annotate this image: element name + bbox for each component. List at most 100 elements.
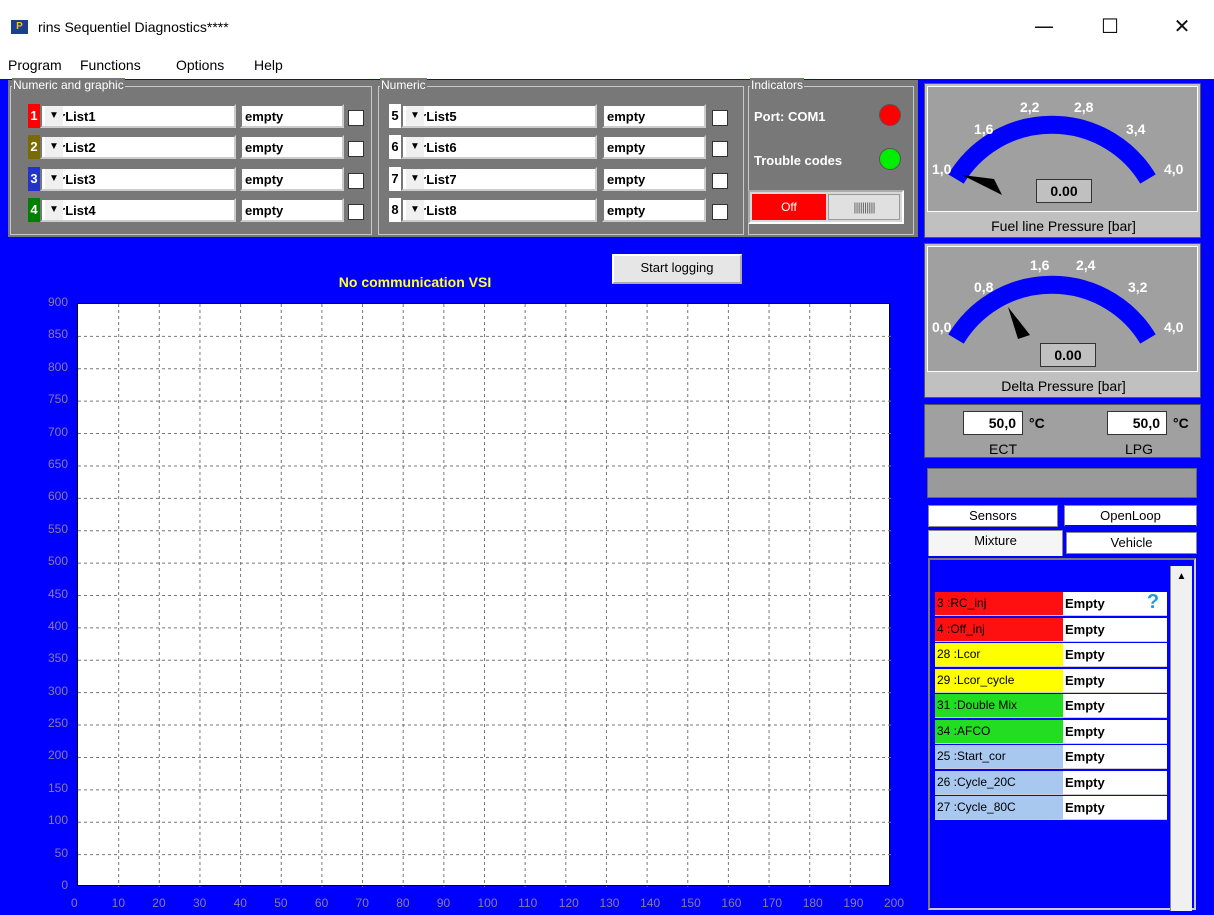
gauge-face: 0,0 0,8 1,6 2,4 3,2 4,0 0.00 bbox=[927, 246, 1198, 372]
y-tick-label: 250 bbox=[47, 716, 68, 731]
list-item[interactable]: 34 :AFCO Empty bbox=[935, 719, 1167, 744]
var-value-text: empty bbox=[245, 172, 284, 187]
var-value: empty bbox=[240, 167, 344, 191]
logging-toggle[interactable]: Off |||||||||| bbox=[748, 190, 904, 224]
var-checkbox[interactable] bbox=[712, 173, 728, 189]
var-checkbox[interactable] bbox=[712, 141, 728, 157]
gauge-label: 1,6 bbox=[1030, 257, 1050, 273]
var-number: 2 bbox=[28, 135, 40, 159]
title-bar: P rins Sequentiel Diagnostics**** — ☐ ✕ bbox=[0, 0, 1214, 52]
var-checkbox[interactable] bbox=[712, 204, 728, 220]
var-checkbox[interactable] bbox=[712, 110, 728, 126]
var-select[interactable]: VarList2 ▼ bbox=[40, 135, 236, 159]
list-item[interactable]: 26 :Cycle_20C Empty bbox=[935, 770, 1167, 795]
list-item[interactable]: 3 :RC_inj Empty bbox=[935, 592, 1167, 616]
chevron-down-icon[interactable]: ▼ bbox=[406, 106, 424, 126]
gauge-value: 0.00 bbox=[1036, 179, 1092, 203]
plot-area bbox=[77, 303, 891, 887]
list-item[interactable]: 27 :Cycle_80C Empty bbox=[935, 796, 1167, 820]
trouble-codes-label: Trouble codes bbox=[754, 153, 843, 168]
y-tick-label: 650 bbox=[47, 456, 68, 471]
tab-vehicle[interactable]: Vehicle bbox=[1066, 532, 1197, 554]
tab-sensors[interactable]: Sensors bbox=[928, 505, 1058, 527]
list-item-name: 28 :Lcor bbox=[935, 643, 1063, 666]
help-icon[interactable]: ? bbox=[1142, 591, 1164, 613]
list-item-name: 26 :Cycle_20C bbox=[935, 770, 1063, 794]
x-tick-label: 150 bbox=[680, 896, 701, 910]
var-select[interactable]: VarList7 ▼ bbox=[401, 167, 597, 191]
var-select[interactable]: VarList4 ▼ bbox=[40, 198, 236, 222]
list-item-name: 31 :Double Mix bbox=[935, 694, 1063, 717]
gauge-label: 4,0 bbox=[1164, 319, 1184, 335]
var-checkbox[interactable] bbox=[348, 141, 364, 157]
list-item-name: 27 :Cycle_80C bbox=[935, 796, 1063, 819]
list-item-name: 29 :Lcor_cycle bbox=[935, 668, 1063, 692]
menu-options[interactable]: Options bbox=[176, 57, 224, 73]
var-select[interactable]: VarList8 ▼ bbox=[401, 198, 597, 222]
group-title: Indicators bbox=[750, 78, 805, 92]
progress-bar bbox=[927, 468, 1197, 498]
var-select[interactable]: VarList3 ▼ bbox=[40, 167, 236, 191]
var-checkbox[interactable] bbox=[348, 173, 364, 189]
y-tick-label: 700 bbox=[47, 424, 68, 439]
var-select[interactable]: VarList1 ▼ bbox=[40, 104, 236, 128]
gauge-label: 3,4 bbox=[1126, 121, 1146, 137]
chevron-down-icon[interactable]: ▼ bbox=[45, 137, 63, 157]
tab-openloop[interactable]: OpenLoop bbox=[1064, 505, 1197, 527]
var-number: 4 bbox=[28, 198, 40, 222]
var-number: 8 bbox=[389, 198, 401, 222]
tab-mixture[interactable]: Mixture bbox=[928, 530, 1063, 556]
x-tick-label: 20 bbox=[152, 896, 166, 910]
start-logging-button[interactable]: Start logging bbox=[612, 254, 742, 284]
lpg-label: LPG bbox=[1125, 441, 1154, 457]
list-scrollbar[interactable]: ▲ bbox=[1170, 566, 1192, 911]
x-tick-label: 80 bbox=[396, 896, 410, 910]
toggle-slider-icon[interactable]: |||||||||| bbox=[828, 194, 900, 220]
var-checkbox[interactable] bbox=[348, 204, 364, 220]
list-item-name: 3 :RC_inj bbox=[935, 592, 1063, 615]
var-select[interactable]: VarList5 ▼ bbox=[401, 104, 597, 128]
list-item[interactable]: 31 :Double Mix Empty bbox=[935, 694, 1167, 718]
group-title: Numeric and graphic bbox=[12, 78, 125, 92]
list-item-value: Empty bbox=[1065, 621, 1105, 637]
chevron-down-icon[interactable]: ▼ bbox=[406, 137, 424, 157]
chevron-down-icon[interactable]: ▼ bbox=[45, 106, 63, 126]
x-tick-label: 40 bbox=[233, 896, 247, 910]
list-item[interactable]: 29 :Lcor_cycle Empty bbox=[935, 668, 1167, 693]
close-button[interactable]: ✕ bbox=[1166, 12, 1198, 40]
chevron-down-icon[interactable]: ▼ bbox=[406, 169, 424, 189]
list-item-name: 4 :Off_inj bbox=[935, 617, 1063, 641]
minimize-button[interactable]: — bbox=[1028, 12, 1060, 40]
list-item-name: 25 :Start_cor bbox=[935, 745, 1063, 768]
x-tick-label: 140 bbox=[640, 896, 661, 910]
gauge-label: 1,6 bbox=[974, 121, 994, 137]
var-select[interactable]: VarList6 ▼ bbox=[401, 135, 597, 159]
list-item-value: Empty bbox=[1065, 774, 1105, 790]
menu-functions[interactable]: Functions bbox=[80, 57, 141, 73]
x-tick-label: 120 bbox=[558, 896, 579, 910]
list-item[interactable]: 25 :Start_cor Empty bbox=[935, 745, 1167, 769]
ect-value: 50,0 bbox=[963, 411, 1023, 435]
scroll-up-icon[interactable]: ▲ bbox=[1173, 568, 1190, 586]
y-tick-label: 550 bbox=[47, 521, 68, 536]
var-checkbox[interactable] bbox=[348, 110, 364, 126]
x-tick-label: 130 bbox=[599, 896, 620, 910]
y-tick-label: 500 bbox=[47, 554, 68, 569]
menu-program[interactable]: Program bbox=[8, 57, 62, 73]
chevron-down-icon[interactable]: ▼ bbox=[45, 200, 63, 220]
app-icon: P bbox=[11, 20, 28, 34]
x-tick-label: 60 bbox=[314, 896, 329, 910]
y-tick-label: 900 bbox=[47, 295, 68, 309]
y-tick-label: 300 bbox=[47, 683, 68, 698]
gauge-caption: Fuel line Pressure [bar] bbox=[991, 218, 1136, 234]
list-item[interactable]: 28 :Lcor Empty bbox=[935, 643, 1167, 667]
maximize-button[interactable]: ☐ bbox=[1094, 12, 1126, 40]
chevron-down-icon[interactable]: ▼ bbox=[406, 200, 424, 220]
plot-grid bbox=[78, 304, 891, 887]
x-tick-label: 90 bbox=[436, 896, 451, 910]
var-number: 1 bbox=[28, 104, 40, 128]
chevron-down-icon[interactable]: ▼ bbox=[45, 169, 63, 189]
list-item[interactable]: 4 :Off_inj Empty bbox=[935, 617, 1167, 642]
menu-help[interactable]: Help bbox=[254, 57, 283, 73]
y-tick-label: 0 bbox=[61, 878, 68, 892]
